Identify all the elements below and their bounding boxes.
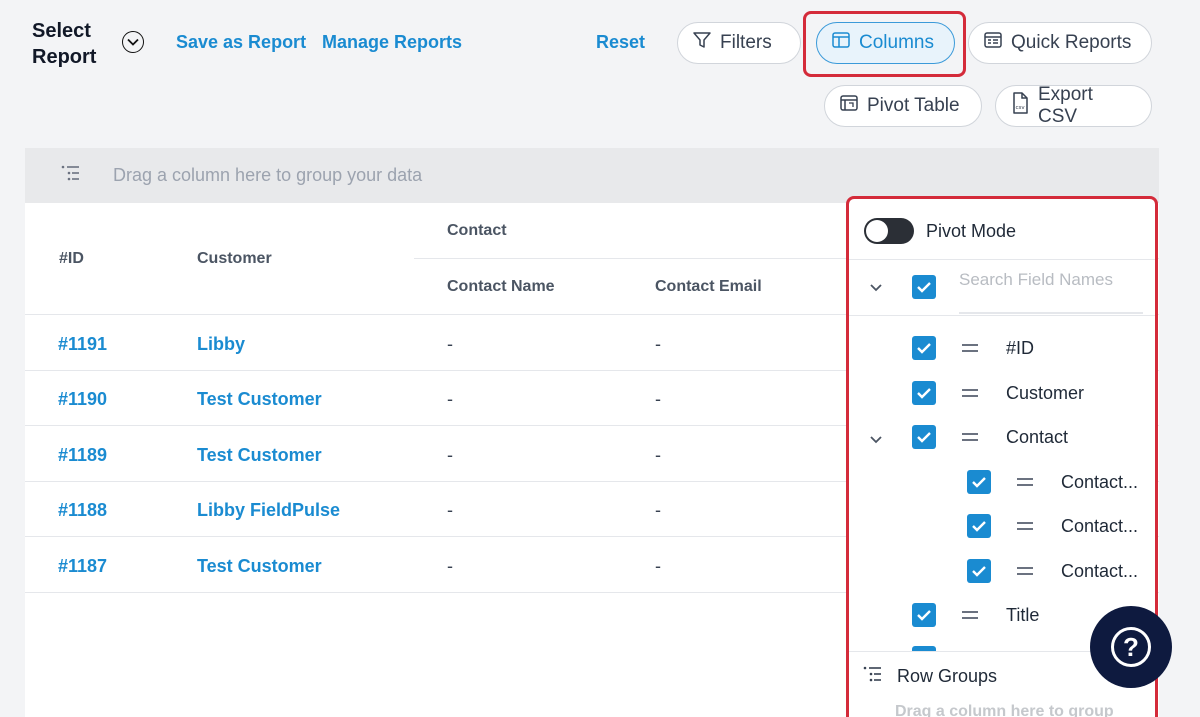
save-as-report-link[interactable]: Save as Report: [176, 32, 306, 53]
header-customer[interactable]: Customer: [197, 250, 272, 268]
svg-text:csv: csv: [1016, 105, 1026, 111]
chevron-down-icon[interactable]: [122, 31, 144, 53]
row-customer[interactable]: Test Customer: [197, 556, 322, 577]
select-report-dropdown[interactable]: Select Report: [32, 18, 144, 70]
row-contact-email: -: [655, 445, 661, 465]
row-contact-name: -: [447, 500, 453, 520]
header-contact-group: Contact: [447, 222, 507, 239]
header-id[interactable]: #ID: [59, 250, 84, 268]
row-contact-name: -: [447, 389, 453, 409]
csv-file-icon: csv: [1010, 92, 1030, 120]
row-id[interactable]: #1189: [58, 445, 107, 466]
row-contact-name: -: [447, 334, 453, 354]
row-contact-email: -: [655, 500, 661, 520]
quick-reports-icon: [983, 30, 1003, 56]
pivot-table-label: Pivot Table: [867, 95, 960, 116]
group-list-icon: [61, 165, 81, 186]
row-customer[interactable]: Libby: [197, 334, 245, 355]
row-contact-email: -: [655, 334, 661, 354]
row-customer[interactable]: Test Customer: [197, 445, 322, 466]
header-contact-name[interactable]: Contact Name: [447, 278, 555, 296]
help-button[interactable]: ?: [1090, 606, 1172, 688]
row-contact-name: -: [447, 445, 453, 465]
filter-icon: [692, 30, 712, 56]
quick-reports-button[interactable]: Quick Reports: [968, 22, 1152, 64]
question-icon: ?: [1111, 627, 1151, 667]
reset-link[interactable]: Reset: [596, 32, 645, 53]
row-id[interactable]: #1187: [58, 556, 107, 577]
header-contact-email[interactable]: Contact Email: [655, 278, 762, 296]
row-customer[interactable]: Libby FieldPulse: [197, 500, 340, 521]
row-contact-name: -: [447, 556, 453, 576]
manage-reports-link[interactable]: Manage Reports: [322, 32, 462, 53]
row-customer[interactable]: Test Customer: [197, 389, 322, 410]
group-drop-zone[interactable]: Drag a column here to group your data: [25, 148, 1159, 203]
pivot-table-button[interactable]: Pivot Table: [824, 85, 982, 127]
export-csv-button[interactable]: csv Export CSV: [995, 84, 1152, 127]
row-contact-email: -: [655, 556, 661, 576]
row-id[interactable]: #1190: [58, 389, 107, 410]
filters-button[interactable]: Filters: [677, 22, 801, 64]
export-csv-label: Export CSV: [1038, 84, 1093, 127]
group-drop-zone-label: Drag a column here to group your data: [113, 165, 423, 185]
select-report-label: Select Report: [32, 20, 97, 68]
row-id[interactable]: #1191: [58, 334, 107, 355]
columns-highlight-frame: [803, 11, 966, 77]
quick-reports-label: Quick Reports: [1011, 32, 1132, 53]
row-id[interactable]: #1188: [58, 500, 107, 521]
row-contact-email: -: [655, 389, 661, 409]
filters-label: Filters: [720, 32, 772, 53]
pivot-table-icon: [839, 93, 859, 119]
